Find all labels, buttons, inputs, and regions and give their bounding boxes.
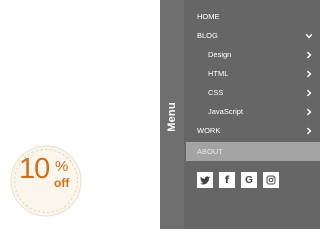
social-links: f G	[197, 172, 279, 188]
chevron-right-icon	[305, 108, 313, 116]
chevron-right-icon	[305, 51, 313, 59]
nav-item-javascript[interactable]: JavaScript	[184, 102, 320, 121]
badge-number: 10	[19, 153, 50, 185]
nav-item-label: WORK	[197, 126, 221, 135]
nav-item-about[interactable]: ABOUT	[186, 142, 320, 161]
nav-item-label: BLOG	[197, 31, 218, 40]
nav-item-label: Design	[208, 50, 232, 59]
nav-item-work[interactable]: WORK	[184, 121, 320, 140]
discount-badge: 10 % off	[7, 142, 85, 220]
menu-tab-label: Menu	[166, 102, 178, 132]
chevron-right-icon	[305, 70, 313, 78]
nav-item-design[interactable]: Design	[184, 45, 320, 64]
google-letter: G	[245, 174, 253, 186]
nav-item-label: CSS	[208, 88, 224, 97]
twitter-icon[interactable]	[197, 172, 213, 188]
nav-item-css[interactable]: CSS	[184, 83, 320, 102]
nav-list: HOME BLOG Design HTML CSS JavaScript WOR…	[184, 7, 320, 161]
google-icon[interactable]: G	[241, 172, 257, 188]
chevron-down-icon[interactable]	[305, 32, 313, 40]
facebook-letter: f	[224, 174, 230, 186]
nav-item-html[interactable]: HTML	[184, 64, 320, 83]
chevron-right-icon	[305, 89, 313, 97]
menu-toggle-tab[interactable]: Menu	[160, 0, 184, 229]
chevron-right-icon	[305, 127, 313, 135]
badge-percent: %	[55, 158, 69, 175]
side-menu-panel: HOME BLOG Design HTML CSS JavaScript WOR…	[184, 0, 320, 229]
nav-item-label: ABOUT	[197, 147, 223, 156]
nav-item-blog[interactable]: BLOG	[184, 26, 320, 45]
instagram-icon[interactable]	[263, 172, 279, 188]
facebook-icon[interactable]: f	[219, 172, 235, 188]
nav-item-label: HTML	[208, 69, 229, 78]
nav-item-label: HOME	[197, 12, 220, 21]
nav-item-home[interactable]: HOME	[184, 7, 320, 26]
nav-item-label: JavaScript	[208, 107, 244, 116]
badge-off: off	[54, 176, 70, 190]
